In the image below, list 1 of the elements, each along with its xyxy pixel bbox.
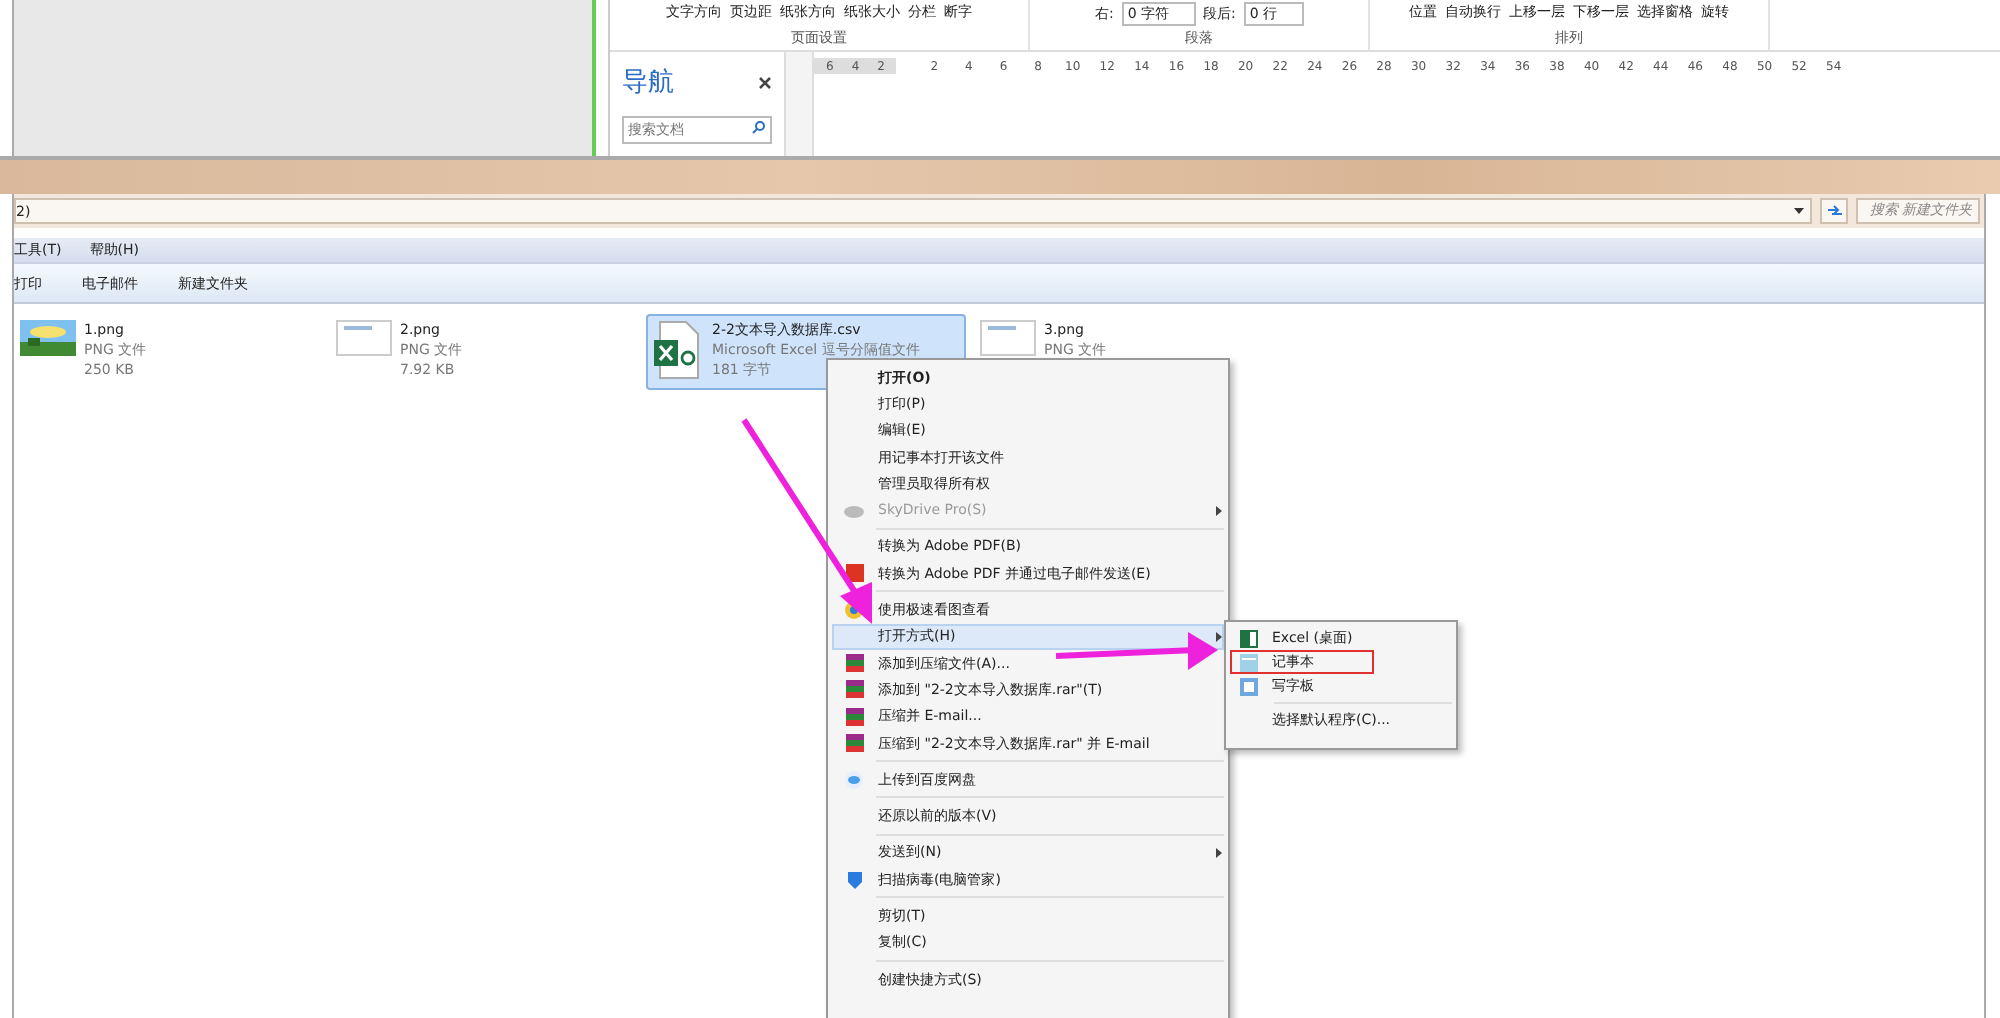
pane-title: 导航: [622, 66, 674, 100]
